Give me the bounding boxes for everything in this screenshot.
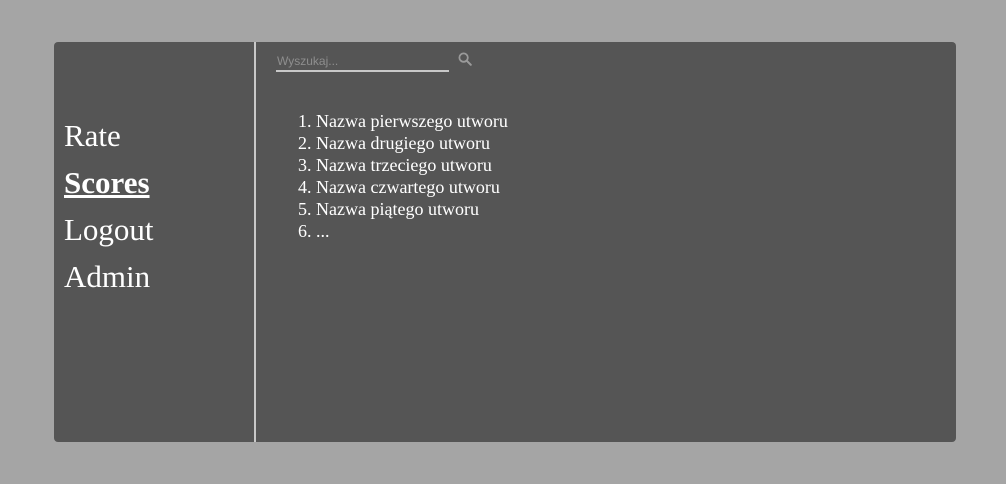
nav-item-admin[interactable]: Admin [64,253,154,300]
song-list-item[interactable]: Nazwa piątego utworu [316,198,508,220]
main-panel: Rate Scores Logout Admin Nazwa pierwszeg… [54,42,956,442]
nav-item-rate[interactable]: Rate [64,112,154,159]
song-list-item[interactable]: Nazwa czwartego utworu [316,176,508,198]
sidebar-nav: Rate Scores Logout Admin [64,112,154,300]
nav-item-logout[interactable]: Logout [64,206,154,253]
song-list: Nazwa pierwszego utworu Nazwa drugiego u… [296,110,508,242]
nav-item-scores[interactable]: Scores [64,159,154,206]
song-list-item[interactable]: Nazwa drugiego utworu [316,132,508,154]
search-bar [276,50,476,72]
song-list-item[interactable]: Nazwa trzeciego utworu [316,154,508,176]
song-list-item[interactable]: Nazwa pierwszego utworu [316,110,508,132]
search-button[interactable] [457,52,473,68]
search-input[interactable] [276,52,449,72]
search-icon [458,52,472,66]
song-list-item: ... [316,220,508,242]
sidebar: Rate Scores Logout Admin [54,42,254,442]
content-area: Nazwa pierwszego utworu Nazwa drugiego u… [256,42,956,442]
